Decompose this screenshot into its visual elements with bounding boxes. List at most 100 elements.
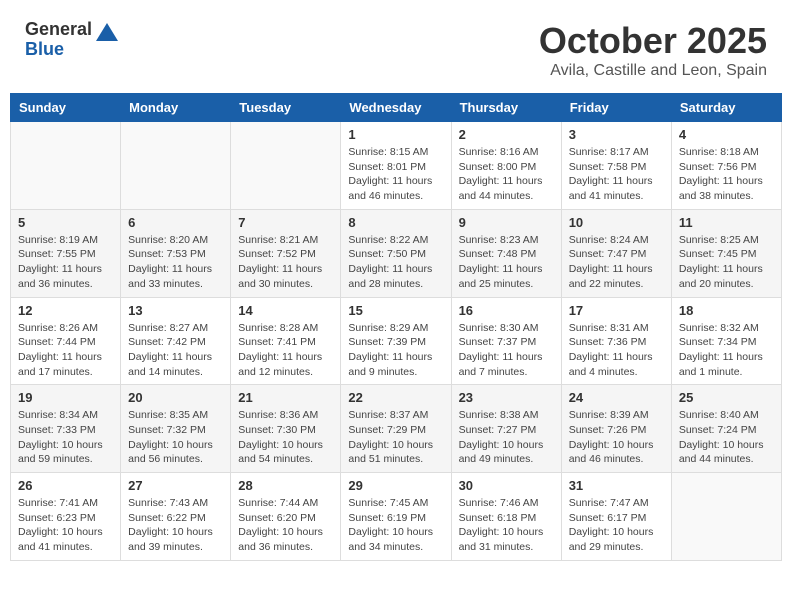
weekday-header-saturday: Saturday: [671, 94, 781, 122]
day-number: 16: [459, 303, 554, 318]
day-number: 12: [18, 303, 113, 318]
weekday-header-wednesday: Wednesday: [341, 94, 451, 122]
calendar-cell: 17 Sunrise: 8:31 AMSunset: 7:36 PMDayligh…: [561, 297, 671, 385]
page-header: General Blue October 2025 Avila, Castill…: [10, 10, 782, 85]
calendar-cell: 23Sunrise: 8:38 AMSunset: 7:27 PMDayligh…: [451, 385, 561, 473]
weekday-header-row: SundayMondayTuesdayWednesdayThursdayFrid…: [11, 94, 782, 122]
day-number: 20: [128, 390, 223, 405]
calendar-cell: [121, 122, 231, 210]
logo-blue-text: Blue: [25, 40, 92, 60]
day-info: Sunrise: 8:15 AMSunset: 8:01 PMDaylight:…: [348, 145, 443, 204]
logo: General Blue: [25, 20, 118, 60]
day-info: Sunrise: 8:35 AMSunset: 7:32 PMDaylight:…: [128, 408, 223, 467]
calendar-cell: 5Sunrise: 8:19 AMSunset: 7:55 PMDaylight…: [11, 209, 121, 297]
day-info: Sunrise: 8:20 AMSunset: 7:53 PMDaylight:…: [128, 233, 223, 292]
calendar-cell: 13 Sunrise: 8:27 AMSunset: 7:42 PMDayligh…: [121, 297, 231, 385]
day-number: 29: [348, 478, 443, 493]
day-number: 25: [679, 390, 774, 405]
title-location: Avila, Castille and Leon, Spain: [539, 62, 767, 80]
calendar-cell: 27 Sunrise: 7:43 AMSunset: 6:22 PMDayligh…: [121, 473, 231, 561]
calendar-cell: 4Sunrise: 8:18 AMSunset: 7:56 PMDaylight…: [671, 122, 781, 210]
day-info: Sunrise: 8:27 AMSunset: 7:42 PMDaylight:…: [128, 321, 223, 380]
day-info: Sunrise: 8:30 AMSunset: 7:37 PMDaylight:…: [459, 321, 554, 380]
day-number: 11: [679, 215, 774, 230]
day-number: 22: [348, 390, 443, 405]
calendar-cell: 30 Sunrise: 7:46 AMSunset: 6:18 PMDayligh…: [451, 473, 561, 561]
calendar-cell: 12 Sunrise: 8:26 AMSunset: 7:44 PMDayligh…: [11, 297, 121, 385]
calendar-cell: [11, 122, 121, 210]
calendar-cell: 19Sunrise: 8:34 AMSunset: 7:33 PMDayligh…: [11, 385, 121, 473]
day-number: 8: [348, 215, 443, 230]
day-info: Sunrise: 8:32 AMSunset: 7:34 PMDaylight:…: [679, 321, 774, 380]
calendar-week-row: 1 Sunrise: 8:15 AMSunset: 8:01 PMDaylight…: [11, 122, 782, 210]
weekday-header-tuesday: Tuesday: [231, 94, 341, 122]
day-number: 7: [238, 215, 333, 230]
day-info: Sunrise: 7:43 AMSunset: 6:22 PMDaylight:…: [128, 496, 223, 555]
day-info: Sunrise: 8:24 AMSunset: 7:47 PMDaylight:…: [569, 233, 664, 292]
title-block: October 2025 Avila, Castille and Leon, S…: [539, 20, 767, 80]
day-info: Sunrise: 8:16 AMSunset: 8:00 PMDaylight:…: [459, 145, 554, 204]
weekday-header-sunday: Sunday: [11, 94, 121, 122]
calendar-cell: 24 Sunrise: 8:39 AMSunset: 7:26 PMDayligh…: [561, 385, 671, 473]
day-number: 6: [128, 215, 223, 230]
calendar-cell: 22Sunrise: 8:37 AMSunset: 7:29 PMDayligh…: [341, 385, 451, 473]
day-info: Sunrise: 7:46 AMSunset: 6:18 PMDaylight:…: [459, 496, 554, 555]
day-number: 28: [238, 478, 333, 493]
day-number: 27: [128, 478, 223, 493]
calendar-cell: 15Sunrise: 8:29 AMSunset: 7:39 PMDayligh…: [341, 297, 451, 385]
calendar-cell: 9 Sunrise: 8:23 AMSunset: 7:48 PMDaylight…: [451, 209, 561, 297]
day-number: 9: [459, 215, 554, 230]
day-number: 23: [459, 390, 554, 405]
calendar-cell: 14 Sunrise: 8:28 AMSunset: 7:41 PMDayligh…: [231, 297, 341, 385]
calendar-week-row: 19Sunrise: 8:34 AMSunset: 7:33 PMDayligh…: [11, 385, 782, 473]
calendar-cell: 31Sunrise: 7:47 AMSunset: 6:17 PMDayligh…: [561, 473, 671, 561]
calendar-cell: 29 Sunrise: 7:45 AMSunset: 6:19 PMDayligh…: [341, 473, 451, 561]
calendar-cell: 20 Sunrise: 8:35 AMSunset: 7:32 PMDayligh…: [121, 385, 231, 473]
logo-general-text: General: [25, 20, 92, 40]
day-info: Sunrise: 7:45 AMSunset: 6:19 PMDaylight:…: [348, 496, 443, 555]
day-info: Sunrise: 8:39 AMSunset: 7:26 PMDaylight:…: [569, 408, 664, 467]
day-info: Sunrise: 8:17 AMSunset: 7:58 PMDaylight:…: [569, 145, 664, 204]
day-number: 30: [459, 478, 554, 493]
day-info: Sunrise: 8:18 AMSunset: 7:56 PMDaylight:…: [679, 145, 774, 204]
day-number: 26: [18, 478, 113, 493]
weekday-header-monday: Monday: [121, 94, 231, 122]
day-number: 17: [569, 303, 664, 318]
calendar-cell: 16 Sunrise: 8:30 AMSunset: 7:37 PMDayligh…: [451, 297, 561, 385]
day-info: Sunrise: 8:31 AMSunset: 7:36 PMDaylight:…: [569, 321, 664, 380]
calendar-week-row: 26Sunrise: 7:41 AMSunset: 6:23 PMDayligh…: [11, 473, 782, 561]
day-info: Sunrise: 8:23 AMSunset: 7:48 PMDaylight:…: [459, 233, 554, 292]
calendar-cell: 10Sunrise: 8:24 AMSunset: 7:47 PMDayligh…: [561, 209, 671, 297]
day-number: 18: [679, 303, 774, 318]
calendar-cell: 3 Sunrise: 8:17 AMSunset: 7:58 PMDaylight…: [561, 122, 671, 210]
day-number: 5: [18, 215, 113, 230]
logo-icon: [96, 21, 118, 43]
calendar-cell: 28 Sunrise: 7:44 AMSunset: 6:20 PMDayligh…: [231, 473, 341, 561]
calendar-cell: 6 Sunrise: 8:20 AMSunset: 7:53 PMDaylight…: [121, 209, 231, 297]
weekday-header-thursday: Thursday: [451, 94, 561, 122]
day-number: 13: [128, 303, 223, 318]
day-number: 24: [569, 390, 664, 405]
day-info: Sunrise: 7:47 AMSunset: 6:17 PMDaylight:…: [569, 496, 664, 555]
day-number: 14: [238, 303, 333, 318]
day-number: 19: [18, 390, 113, 405]
day-info: Sunrise: 8:21 AMSunset: 7:52 PMDaylight:…: [238, 233, 333, 292]
calendar-cell: 1 Sunrise: 8:15 AMSunset: 8:01 PMDaylight…: [341, 122, 451, 210]
day-info: Sunrise: 8:40 AMSunset: 7:24 PMDaylight:…: [679, 408, 774, 467]
day-info: Sunrise: 7:44 AMSunset: 6:20 PMDaylight:…: [238, 496, 333, 555]
day-number: 3: [569, 127, 664, 142]
calendar-cell: 26Sunrise: 7:41 AMSunset: 6:23 PMDayligh…: [11, 473, 121, 561]
calendar-cell: 21Sunrise: 8:36 AMSunset: 7:30 PMDayligh…: [231, 385, 341, 473]
day-info: Sunrise: 8:22 AMSunset: 7:50 PMDaylight:…: [348, 233, 443, 292]
calendar-cell: 18 Sunrise: 8:32 AMSunset: 7:34 PMDayligh…: [671, 297, 781, 385]
calendar-cell: 25 Sunrise: 8:40 AMSunset: 7:24 PMDayligh…: [671, 385, 781, 473]
day-number: 1: [348, 127, 443, 142]
day-number: 15: [348, 303, 443, 318]
calendar-week-row: 12 Sunrise: 8:26 AMSunset: 7:44 PMDayligh…: [11, 297, 782, 385]
calendar-cell: [231, 122, 341, 210]
day-info: Sunrise: 8:28 AMSunset: 7:41 PMDaylight:…: [238, 321, 333, 380]
calendar-week-row: 5Sunrise: 8:19 AMSunset: 7:55 PMDaylight…: [11, 209, 782, 297]
calendar-cell: 11Sunrise: 8:25 AMSunset: 7:45 PMDayligh…: [671, 209, 781, 297]
day-info: Sunrise: 8:26 AMSunset: 7:44 PMDaylight:…: [18, 321, 113, 380]
calendar-cell: [671, 473, 781, 561]
